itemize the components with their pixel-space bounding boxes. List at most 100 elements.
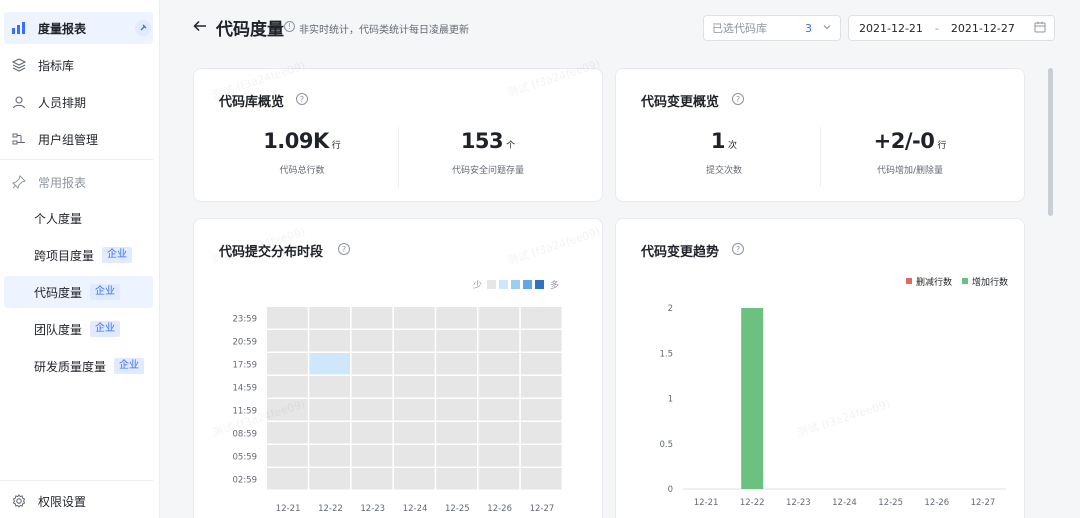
heatmap-cell[interactable] xyxy=(309,445,351,467)
heatmap-cell[interactable] xyxy=(520,445,562,467)
sidebar-subitem-quality[interactable]: 研发质量度量 企业 xyxy=(4,350,153,382)
heatmap-cell[interactable] xyxy=(351,330,393,352)
heatmap-cell[interactable] xyxy=(478,399,520,421)
heatmap-cell[interactable] xyxy=(309,307,351,329)
heatmap-cell[interactable] xyxy=(309,422,351,444)
heatmap-cell[interactable] xyxy=(436,376,477,398)
heatmap-legend: 少多 xyxy=(473,279,559,291)
metric-value: +2/-0 xyxy=(873,129,935,153)
heatmap-cell[interactable] xyxy=(267,307,308,329)
heatmap-cell[interactable] xyxy=(436,445,477,467)
calendar-icon[interactable] xyxy=(1034,21,1046,36)
legend-high-label: 多 xyxy=(550,279,559,291)
y-tick-label: 08:59 xyxy=(233,430,258,440)
sidebar-item-permissions[interactable]: 权限设置 xyxy=(4,485,153,517)
heatmap-cell[interactable] xyxy=(478,422,520,444)
date-range-picker[interactable]: 2021-12-21 - 2021-12-27 xyxy=(848,15,1055,41)
heatmap-cell[interactable] xyxy=(351,376,393,398)
heatmap-cell[interactable] xyxy=(309,353,351,375)
heatmap-cell[interactable] xyxy=(393,422,435,444)
heatmap-cell[interactable] xyxy=(267,330,308,352)
sidebar-item-schedule[interactable]: 人员排期 xyxy=(4,86,153,118)
sidebar: 度量报表 指标库 人员排期 用户组管理 常用报表 个人度量 跨项目度量 企业 代… xyxy=(0,0,160,518)
heatmap-cell[interactable] xyxy=(267,468,308,490)
heatmap-cell[interactable] xyxy=(393,307,435,329)
help-icon[interactable]: ? xyxy=(732,93,744,105)
pin-icon[interactable] xyxy=(135,20,151,36)
heatmap-cell[interactable] xyxy=(436,468,477,490)
y-tick-label: 0.5 xyxy=(659,440,673,450)
heatmap-cell[interactable] xyxy=(436,353,477,375)
heatmap-cell[interactable] xyxy=(520,399,562,421)
y-tick-label: 05:59 xyxy=(233,453,258,463)
repo-count: 3 xyxy=(805,21,812,35)
enterprise-badge: 企业 xyxy=(114,358,145,374)
heatmap-cell[interactable] xyxy=(351,422,393,444)
heatmap-cell[interactable] xyxy=(393,399,435,421)
heatmap-cell[interactable] xyxy=(393,445,435,467)
heatmap-cell[interactable] xyxy=(309,330,351,352)
bar[interactable] xyxy=(741,308,764,489)
heatmap-cell[interactable] xyxy=(267,353,308,375)
sidebar-item-user-group[interactable]: 用户组管理 xyxy=(4,123,153,155)
heatmap-cell[interactable] xyxy=(436,422,477,444)
heatmap-cell[interactable] xyxy=(267,399,308,421)
repo-select[interactable]: 已选代码库 3 xyxy=(703,15,841,41)
heatmap-cell[interactable] xyxy=(351,445,393,467)
metric-label: 代码安全问题存量 xyxy=(451,166,524,176)
sidebar-item-metrics-report[interactable]: 度量报表 xyxy=(4,12,153,44)
help-icon[interactable]: ? xyxy=(296,93,308,105)
x-tick-label: 12-21 xyxy=(694,498,719,508)
pin-outline-icon xyxy=(12,175,26,189)
date-start[interactable]: 2021-12-21 xyxy=(859,22,923,35)
heatmap-cell[interactable] xyxy=(520,307,562,329)
heatmap-cell[interactable] xyxy=(393,376,435,398)
back-arrow-icon[interactable] xyxy=(192,18,208,34)
y-tick-label: 0 xyxy=(668,485,673,495)
heatmap-cell[interactable] xyxy=(436,330,477,352)
heatmap-cell[interactable] xyxy=(309,468,351,490)
heatmap-cell[interactable] xyxy=(267,422,308,444)
heatmap-cell[interactable] xyxy=(478,468,520,490)
legend-swatch xyxy=(523,280,532,289)
heatmap-cell[interactable] xyxy=(478,330,520,352)
heatmap-cell[interactable] xyxy=(267,376,308,398)
heatmap-cell[interactable] xyxy=(267,445,308,467)
heatmap-cell[interactable] xyxy=(309,376,351,398)
heatmap-cell[interactable] xyxy=(520,468,562,490)
heatmap-cell[interactable] xyxy=(520,376,562,398)
sidebar-subitem-personal[interactable]: 个人度量 xyxy=(4,202,153,234)
sidebar-subitem-team[interactable]: 团队度量 企业 xyxy=(4,313,153,345)
legend-swatch xyxy=(511,280,520,289)
heatmap-cell[interactable] xyxy=(436,307,477,329)
legend-series-label: 增加行数 xyxy=(972,276,1008,288)
metric-label: 提交次数 xyxy=(705,166,742,176)
heatmap-cell[interactable] xyxy=(351,468,393,490)
gear-icon xyxy=(12,494,26,508)
heatmap-cell[interactable] xyxy=(393,353,435,375)
heatmap-cell[interactable] xyxy=(478,353,520,375)
heatmap-cell[interactable] xyxy=(436,399,477,421)
date-end[interactable]: 2021-12-27 xyxy=(951,22,1015,35)
heatmap-cell[interactable] xyxy=(309,399,351,421)
heatmap-cell[interactable] xyxy=(393,468,435,490)
page-scrollbar[interactable] xyxy=(1048,68,1053,216)
sidebar-item-label: 人员排期 xyxy=(38,95,87,110)
metric-value: 1 xyxy=(710,129,726,153)
heatmap-cell[interactable] xyxy=(351,307,393,329)
heatmap-cell[interactable] xyxy=(520,330,562,352)
heatmap-cell[interactable] xyxy=(478,307,520,329)
heatmap-cell[interactable] xyxy=(393,330,435,352)
sidebar-item-indicator-lib[interactable]: 指标库 xyxy=(4,49,153,81)
heatmap-cell[interactable] xyxy=(351,353,393,375)
sidebar-subitem-code[interactable]: 代码度量 企业 xyxy=(4,276,153,308)
heatmap-cell[interactable] xyxy=(520,353,562,375)
heatmap-cell[interactable] xyxy=(478,445,520,467)
heatmap-cell[interactable] xyxy=(478,376,520,398)
metric-unit: 行 xyxy=(937,141,947,151)
page-title: 代码度量 xyxy=(216,20,284,40)
sidebar-subitem-cross-project[interactable]: 跨项目度量 企业 xyxy=(4,239,153,271)
heatmap-cell[interactable] xyxy=(351,399,393,421)
x-tick-label: 12-22 xyxy=(318,504,343,514)
heatmap-cell[interactable] xyxy=(520,422,562,444)
